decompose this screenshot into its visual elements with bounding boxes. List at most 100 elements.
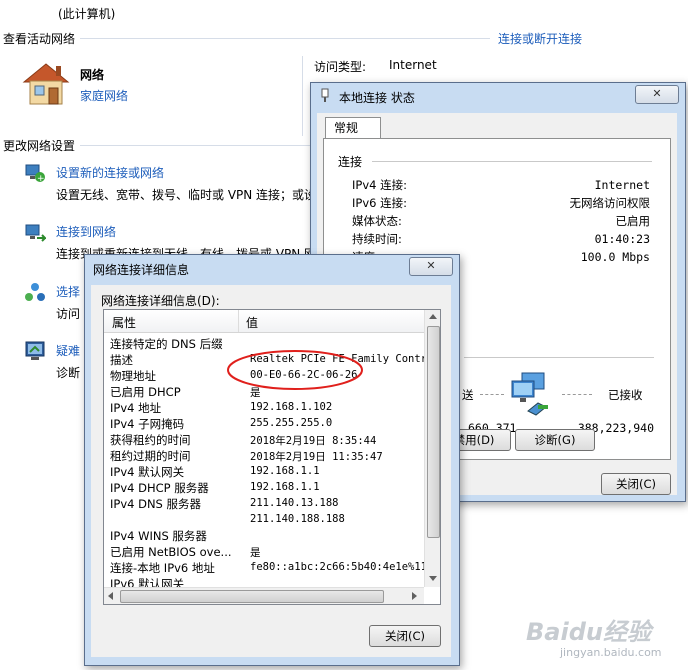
row-value: 211.140.188.188 [250,513,345,525]
list-header: 属性 值 [104,310,424,333]
vertical-scroll-thumb[interactable] [427,326,440,538]
task-setup-link[interactable]: 设置新的连接或网络 [56,164,164,181]
speed-value: 100.0 Mbps [580,250,650,264]
watermark-brand: Baidu经验 [526,618,651,646]
svg-text:+: + [37,174,45,184]
column-header-property[interactable]: 属性 [112,314,136,331]
connection-divider [372,161,652,162]
details-close-button[interactable]: 关闭(C) [369,625,441,647]
table-row[interactable]: 获得租约的时间 2018年2月19日 8:35:44 [110,432,424,448]
status-window-close-button[interactable]: ✕ [635,85,679,104]
table-row[interactable]: IPv4 DHCP 服务器 192.168.1.1 [110,480,424,496]
scroll-up-arrow-icon[interactable] [429,314,437,319]
table-row[interactable]: 连接-本地 IPv6 地址 fe80::a1bc:2c66:5b40:4e1e%1… [110,560,426,576]
task-troubleshoot-desc: 诊断 [56,366,81,380]
ipv4-connection-label: IPv4 连接: [352,178,407,192]
row-value: 2018年2月19日 11:35:47 [250,451,383,463]
table-row[interactable]: IPv4 默认网关 192.168.1.1 [110,464,424,480]
tab-general[interactable]: 常规 [325,117,381,138]
network-name: 网络 [80,68,105,82]
row-property: IPv4 地址 [110,401,162,415]
row-property: 连接特定的 DNS 后缀 [110,337,223,351]
connect-disconnect-link[interactable]: 连接或断开连接 [498,30,582,47]
received-label: 已接收 [608,388,643,402]
row-value: 192.168.1.1 [250,465,320,477]
row-value: fe80::a1bc:2c66:5b40:4e1e%11 [250,561,426,573]
activity-line-right [562,394,592,395]
active-networks-header: 查看活动网络 [3,32,76,46]
connect-network-icon [24,222,48,244]
table-row[interactable]: IPv4 地址 192.168.1.102 [110,400,424,416]
task-setup-desc: 设置无线、宽带、拨号、临时或 VPN 连接；或设 [56,188,310,202]
status-window-titlebar[interactable]: 本地连接 状态 ✕ [311,83,685,107]
details-window-client: 网络连接详细信息(D): 属性 值 连接特定的 DNS 后缀 描述 Realtek … [91,285,451,657]
connection-header: 连接 [338,155,363,169]
homegroup-icon [24,282,46,304]
details-window: 网络连接详细信息 ✕ 网络连接详细信息(D): 属性 值 连接特定的 DNS 后… [84,254,460,666]
horizontal-scrollbar[interactable] [104,587,424,604]
vertical-divider [302,56,303,136]
watermark-url: jingyan.baidu.com [560,646,662,659]
details-group-label: 网络连接详细信息(D): [101,294,220,308]
details-window-close-button[interactable]: ✕ [409,257,453,276]
row-value: 是 [250,547,261,559]
row-value [250,529,426,545]
access-type-value: Internet [389,58,437,72]
horizontal-scroll-thumb[interactable] [120,590,384,603]
scroll-left-arrow-icon[interactable] [108,592,113,600]
watermark-logo: Baidu经验 [526,612,676,646]
ipv6-connection-label: IPv6 连接: [352,196,407,210]
duration-label: 持续时间: [352,232,402,246]
row-property: IPv4 DNS 服务器 [110,497,202,511]
table-row[interactable]: IPv4 DNS 服务器 211.140.13.188 [110,496,424,512]
row-value: 2018年2月19日 8:35:44 [250,435,377,447]
row-property: IPv4 默认网关 [110,465,185,479]
table-row[interactable]: 211.140.188.188 [110,512,424,528]
scroll-right-arrow-icon[interactable] [412,592,417,600]
row-value: 192.168.1.102 [250,401,333,413]
row-property: 连接-本地 IPv6 地址 [110,561,215,575]
activity-divider [464,357,654,358]
row-property: IPv4 WINS 服务器 [110,529,207,543]
activity-line-left [480,394,504,395]
details-window-title: 网络连接详细信息 [93,263,190,277]
sent-label: 送 [462,388,474,402]
row-property: 物理地址 [110,369,156,383]
highlight-ellipse [225,348,365,392]
status-window-title: 本地连接 状态 [339,91,415,105]
status-close-button[interactable]: 关闭(C) [601,473,671,495]
row-property: IPv4 子网掩码 [110,417,185,431]
task-connect-link[interactable]: 连接到网络 [56,223,116,240]
row-property: 租约过期的时间 [110,449,191,463]
column-header-value[interactable]: 值 [246,314,258,331]
table-row[interactable]: IPv4 WINS 服务器 [110,528,424,544]
scroll-down-arrow-icon[interactable] [429,576,437,581]
row-property: 已启用 DHCP [110,385,181,399]
media-state-label: 媒体状态: [352,214,402,228]
duration-value: 01:40:23 [594,232,650,246]
task-homegroup-desc: 访问 [56,307,81,321]
ipv4-connection-value: Internet [594,178,650,192]
top-text: (此计算机) [58,7,116,21]
table-row[interactable]: 已启用 NetBIOS ove... 是 [110,544,424,560]
row-property: 描述 [110,353,133,367]
task-homegroup-link[interactable]: 选择 [56,283,80,300]
details-window-titlebar[interactable]: 网络连接详细信息 ✕ [85,255,459,279]
row-property: 已启用 NetBIOS ove... [110,545,232,559]
network-setup-icon: + [24,162,46,184]
change-settings-header: 更改网络设置 [3,139,76,153]
ipv6-connection-value: 无网络访问权限 [569,196,651,210]
diagnose-button[interactable]: 诊断(G) [515,429,595,451]
access-type-label: 访问类型: [314,60,367,74]
media-state-value: 已启用 [615,214,651,228]
divider [80,38,490,39]
table-row[interactable]: IPv4 子网掩码 255.255.255.0 [110,416,424,432]
vertical-scrollbar[interactable] [424,310,440,587]
activity-computer-icon [508,371,556,417]
troubleshoot-icon [24,340,46,362]
network-type-link[interactable]: 家庭网络 [80,87,128,104]
table-row[interactable]: 租约过期的时间 2018年2月19日 11:35:47 [110,448,424,464]
task-troubleshoot-link[interactable]: 疑难 [56,342,80,359]
row-value: 255.255.255.0 [250,417,333,429]
row-value: 211.140.13.188 [250,497,339,509]
